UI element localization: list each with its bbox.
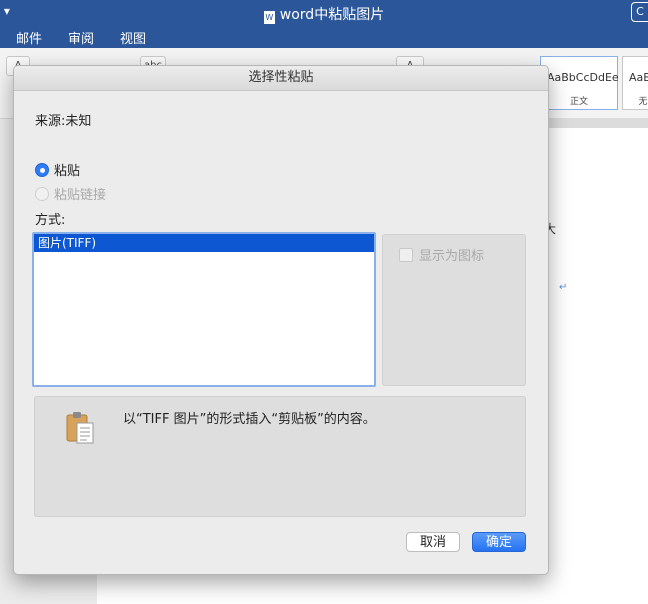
radio-paste-label: 粘贴 — [54, 164, 81, 179]
style-nospacing[interactable]: AaBb 无 — [622, 56, 648, 110]
display-as-icon-checkbox: 显示为图标 — [399, 245, 484, 264]
format-item-tiff[interactable]: 图片(TIFF) — [34, 234, 374, 252]
radio-paste-link-label: 粘贴链接 — [54, 188, 107, 203]
menu-view[interactable]: 视图 — [120, 28, 146, 47]
ok-button[interactable]: 确定 — [472, 532, 526, 552]
dialog-title: 选择性粘贴 — [14, 66, 548, 91]
style-sample: AaBbCcDdEe — [547, 71, 619, 84]
menu-mail[interactable]: 邮件 — [16, 28, 42, 47]
menu-review[interactable]: 审阅 — [68, 28, 94, 47]
mode-label: 方式: — [35, 213, 66, 228]
source-value: 未知 — [65, 114, 92, 129]
menu-bar: 邮件 审阅 视图 — [0, 26, 648, 48]
style-sample: AaBb — [629, 71, 648, 84]
word-title-bar: ▾ Wword中粘贴图片 C — [0, 0, 648, 26]
paste-special-dialog: 选择性粘贴 来源:未知 粘贴 粘贴链接 方式: 图片(TIFF) 显示为图标 以… — [13, 65, 549, 575]
document-title: Wword中粘贴图片 — [263, 7, 385, 24]
style-normal[interactable]: AaBbCcDdEe 正文 — [540, 56, 619, 110]
paragraph-mark: ↵ — [559, 282, 568, 293]
result-description: 以“TIFF 图片”的形式插入“剪贴板”的内容。 — [123, 412, 376, 427]
radio-paste-link: 粘贴链接 — [35, 184, 106, 203]
radio-unselected-icon — [35, 186, 49, 201]
format-list[interactable]: 图片(TIFF) — [32, 232, 376, 387]
radio-selected-icon[interactable] — [35, 162, 49, 177]
source-info: 来源:未知 — [35, 110, 91, 129]
icon-options-panel: 显示为图标 — [382, 234, 526, 386]
radio-paste[interactable]: 粘贴 — [35, 160, 80, 179]
cancel-button[interactable]: 取消 — [406, 532, 460, 552]
checkbox-icon — [399, 247, 413, 262]
style-name: 正文 — [569, 97, 588, 107]
styles-gallery: AaBbCcDdEe 正文 AaBb 无 — [536, 52, 648, 110]
style-name: 无 — [638, 97, 648, 107]
source-label: 来源: — [35, 114, 66, 129]
clipboard-icon — [66, 412, 94, 444]
collapse-button[interactable]: C — [631, 2, 648, 22]
word-doc-icon: W — [263, 11, 275, 24]
display-as-icon-label: 显示为图标 — [419, 249, 485, 264]
result-panel: 以“TIFF 图片”的形式插入“剪贴板”的内容。 — [34, 396, 526, 517]
